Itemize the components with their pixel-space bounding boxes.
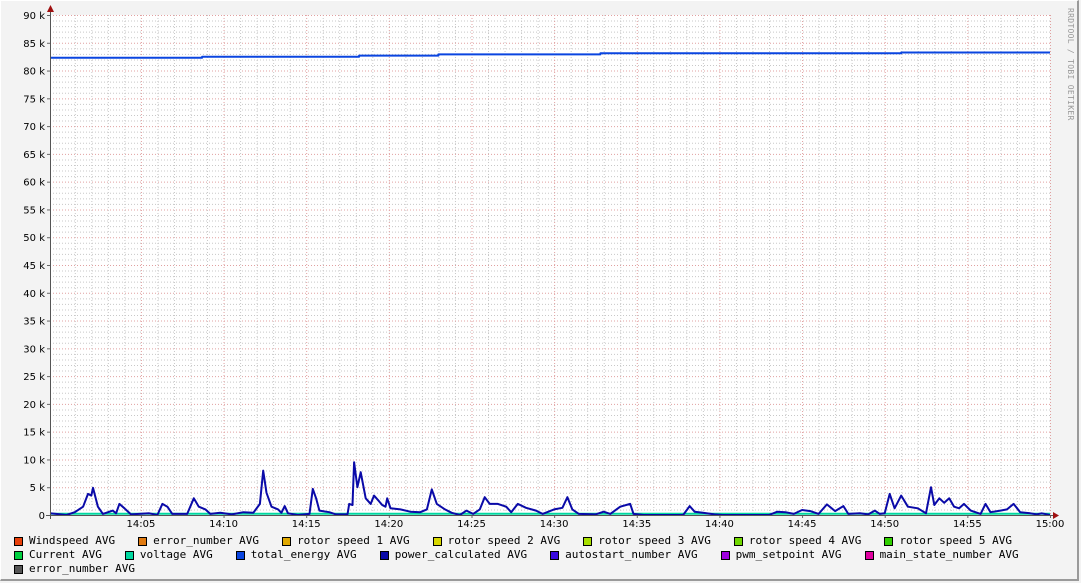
y-tick-label: 15 k	[23, 428, 45, 439]
legend-item: Windspeed AVG	[14, 534, 115, 548]
legend-label: autostart_number AVG	[565, 548, 698, 561]
y-tick-label: 75 k	[23, 94, 45, 105]
legend-label: total_energy AVG	[250, 548, 357, 561]
legend-row: Current AVG voltage AVG total_energy AVG po…	[14, 548, 1074, 562]
x-tick-label: 14:35	[622, 519, 651, 530]
legend-item: rotor speed 4 AVG	[733, 534, 862, 548]
legend-swatch	[14, 536, 23, 546]
y-tick-label: 85 k	[23, 39, 45, 50]
legend-swatch	[124, 550, 134, 560]
legend-item: error_number AVG	[138, 534, 259, 548]
y-tick-label: 65 k	[23, 150, 45, 161]
y-tick-label: 25 k	[23, 372, 45, 383]
legend-item: pwm_setpoint AVG	[720, 548, 842, 562]
x-tick-label: 14:15	[292, 519, 321, 530]
legend-item: voltage AVG	[124, 548, 213, 562]
legend-label: power_calculated AVG	[394, 548, 528, 561]
legend-swatch	[14, 564, 23, 574]
x-tick-label: 14:05	[126, 519, 155, 530]
x-tick-label: 14:45	[788, 519, 817, 530]
y-tick-label: 0	[39, 511, 45, 522]
y-tick-label: 35 k	[23, 317, 45, 328]
legend-swatch	[550, 550, 560, 560]
y-tick-label: 60 k	[23, 178, 45, 189]
y-tick-label: 30 k	[23, 344, 45, 355]
legend-label: error_number AVG	[153, 534, 260, 547]
legend-item: rotor speed 5 AVG	[884, 534, 1012, 548]
y-tick-label: 70 k	[23, 122, 45, 133]
legend-swatch	[720, 550, 730, 560]
legend-swatch	[864, 550, 874, 560]
legend-item: rotor speed 3 AVG	[583, 534, 711, 548]
legend-label: voltage AVG	[139, 548, 213, 561]
legend-label: Windspeed AVG	[29, 534, 116, 547]
legend-label: rotor speed 1 AVG	[297, 534, 410, 547]
legend-label: rotor speed 3 AVG	[598, 534, 711, 547]
y-tick-label: 40 k	[23, 289, 45, 300]
legend-item: rotor speed 1 AVG	[282, 534, 410, 548]
legend-label: error_number AVG	[29, 562, 135, 575]
legend-swatch	[733, 536, 743, 546]
legend-item: main_state_number AVG	[864, 548, 1019, 562]
x-tick-label: 15:00	[1036, 519, 1065, 530]
y-tick-label: 50 k	[23, 233, 45, 244]
legend-item: power_calculated AVG	[379, 548, 528, 562]
legend: Windspeed AVG error_number AVG rotor speed…	[14, 534, 1074, 576]
x-tick-label: 14:10	[209, 519, 238, 530]
legend-swatch	[884, 536, 894, 546]
legend-item: autostart_number AVG	[550, 548, 698, 562]
legend-item: error_number AVG	[14, 562, 135, 576]
legend-swatch	[235, 550, 245, 560]
x-tick-label: 14:20	[374, 519, 403, 530]
y-tick-label: 90 k	[23, 11, 45, 22]
legend-label: rotor speed 5 AVG	[899, 534, 1013, 547]
y-tick-label: 80 k	[23, 67, 45, 78]
legend-swatch	[432, 536, 442, 546]
x-tick-label: 14:55	[953, 519, 982, 530]
y-tick-label: 55 k	[23, 205, 45, 216]
legend-label: pwm_setpoint AVG	[735, 548, 842, 561]
x-tick-label: 14:30	[540, 519, 569, 530]
legend-label: rotor speed 2 AVG	[447, 534, 561, 547]
legend-row: error_number AVG	[14, 562, 1074, 576]
legend-label: main_state_number AVG	[879, 548, 1019, 561]
rrd-chart: 0 5 k 10 k 15 k 20 k 25 k 30 k 35 k 40 k 45 k 50 k…	[23, 5, 1065, 530]
legend-swatch	[14, 550, 23, 560]
legend-item: Current AVG	[14, 548, 102, 562]
legend-swatch	[138, 536, 148, 546]
legend-item: total_energy AVG	[235, 548, 357, 562]
y-tick-label: 10 k	[23, 455, 45, 466]
legend-row: Windspeed AVG error_number AVG rotor speed…	[14, 534, 1074, 548]
legend-item: rotor speed 2 AVG	[432, 534, 561, 548]
legend-label: rotor speed 4 AVG	[748, 534, 862, 547]
y-axis-arrow-icon	[47, 5, 54, 12]
legend-swatch	[282, 536, 292, 546]
legend-label: Current AVG	[29, 548, 102, 561]
y-tick-label: 45 k	[23, 261, 45, 272]
y-tick-label: 20 k	[23, 400, 45, 411]
rrdtool-watermark: RRDTOOL / TOBI OETIKER	[1066, 8, 1075, 121]
x-tick-label: 14:50	[870, 519, 899, 530]
x-tick-label: 14:40	[705, 519, 734, 530]
x-tick-label: 14:25	[457, 519, 486, 530]
legend-swatch	[583, 536, 593, 546]
legend-swatch	[379, 550, 389, 560]
y-tick-label: 5 k	[30, 483, 46, 494]
x-axis-arrow-icon	[1053, 512, 1059, 519]
